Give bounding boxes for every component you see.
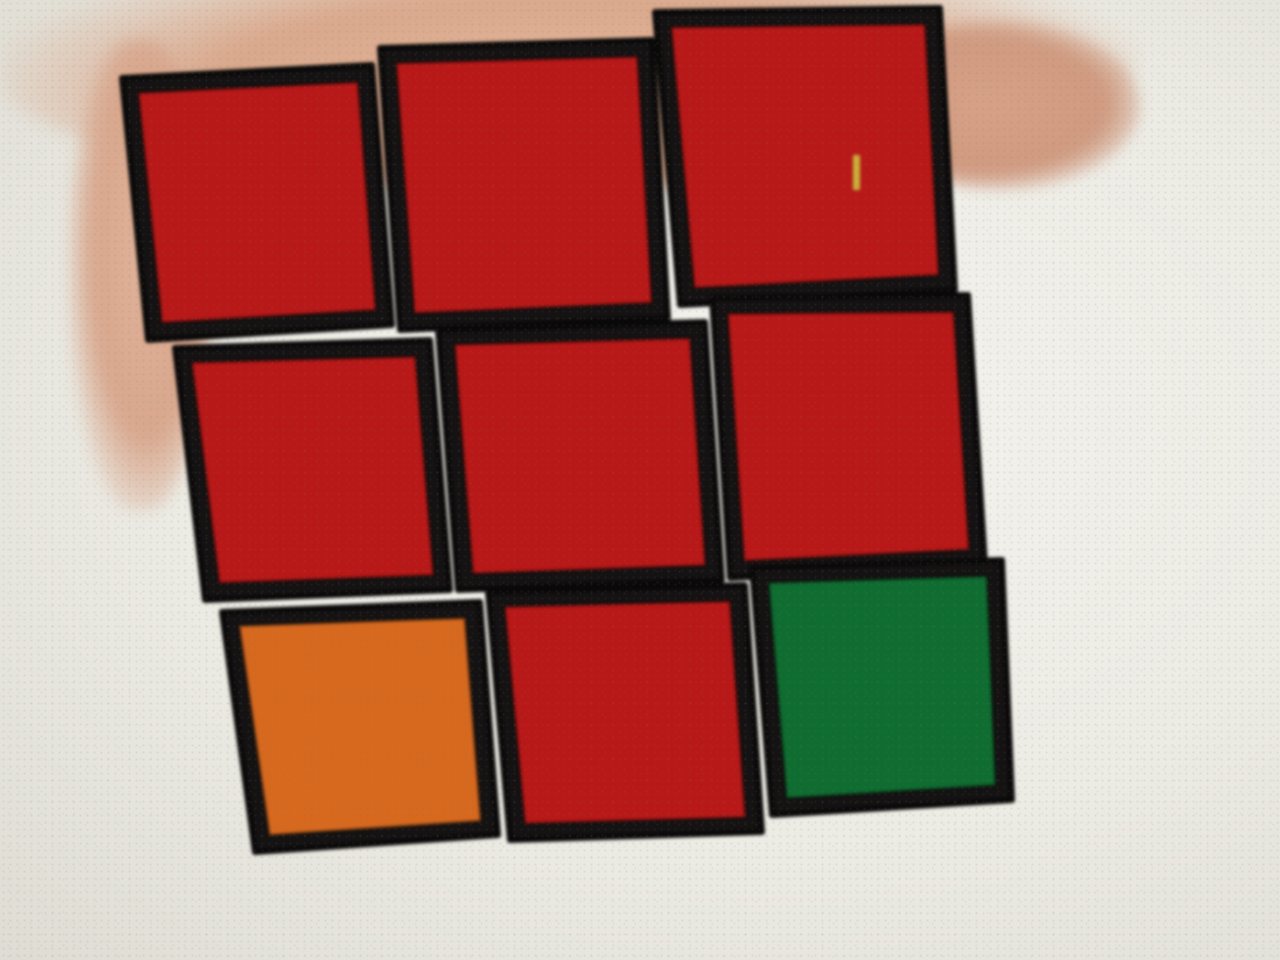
cube-stickers [136,22,998,837]
sticker-r3-c1-orange [237,616,483,837]
rubiks-cube [119,5,1015,855]
sticker-r2-c3-red [726,310,971,563]
sticker-glint [853,155,860,190]
sticker-r1-c2-red [394,54,654,315]
sticker-r3-c3-green [766,574,998,800]
sticker-r3-c2-red [503,599,748,826]
sticker-r2-c1-red [190,354,436,585]
sticker-r2-c2-red [453,336,707,576]
sticker-r1-c1-red [136,80,378,325]
photo-scene [0,0,1280,960]
sticker-r1-c3-red [669,22,941,290]
